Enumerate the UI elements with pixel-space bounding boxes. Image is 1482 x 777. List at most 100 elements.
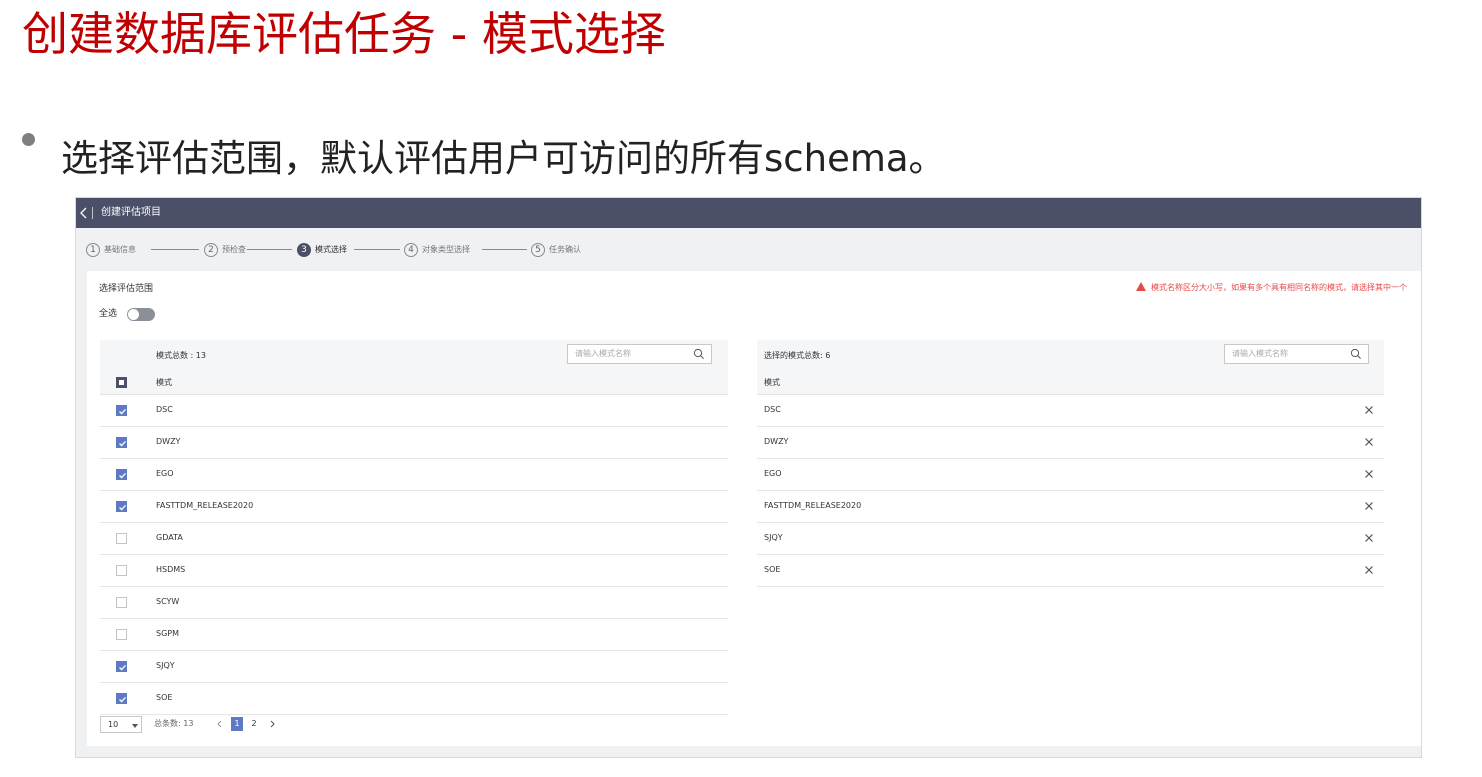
check-icon xyxy=(119,472,126,479)
row-checkbox[interactable] xyxy=(116,565,127,576)
step-number: 4 xyxy=(404,243,418,257)
top-bar: 创建评估项目 xyxy=(76,198,1421,228)
row-checkbox[interactable] xyxy=(116,437,127,448)
table-row[interactable]: DWZY xyxy=(100,427,728,459)
toggle-knob xyxy=(128,309,139,320)
table-toolbar: 选择的模式总数: 6 请输入模式名称 xyxy=(757,340,1384,372)
selected-search-input[interactable]: 请输入模式名称 xyxy=(1224,344,1369,364)
warning-text: 模式名称区分大小写，如果有多个具有相同名称的模式，请选择其中一个 xyxy=(1151,283,1407,292)
check-icon xyxy=(119,440,126,447)
step-label: 预检查 xyxy=(222,245,246,254)
schema-name: DWZY xyxy=(156,437,181,446)
chevron-left-icon[interactable] xyxy=(213,716,227,732)
select-all-checkbox[interactable] xyxy=(116,377,127,388)
page-1-button[interactable]: 1 xyxy=(231,717,243,731)
app-window: 创建评估项目 1 基础信息 2 预检查 3 模式选择 4 对象类型选择 5 任务… xyxy=(75,197,1422,758)
available-schema-list: DSC DWZY EGO FASTTDM_RELEASE2020 GDATA HSDMS S… xyxy=(100,395,728,715)
check-icon xyxy=(119,664,126,671)
back-arrow-icon[interactable] xyxy=(77,205,91,221)
close-icon[interactable] xyxy=(1364,533,1374,543)
selected-schemas-table: 选择的模式总数: 6 请输入模式名称 模式 DSC DWZY EGO FASTTDM_… xyxy=(757,340,1384,587)
table-row[interactable]: SJQY xyxy=(100,651,728,683)
step-connector xyxy=(482,249,527,250)
case-warning: 模式名称区分大小写，如果有多个具有相同名称的模式，请选择其中一个 xyxy=(1136,281,1407,295)
close-icon[interactable] xyxy=(1364,437,1374,447)
page-size-select[interactable]: 10 xyxy=(100,716,142,733)
step-label: 对象类型选择 xyxy=(422,245,470,254)
table-row[interactable]: SGPM xyxy=(100,619,728,651)
table-toolbar: 模式总数 : 13 请输入模式名称 xyxy=(100,340,728,372)
schema-name: SOE xyxy=(764,565,781,574)
check-icon xyxy=(119,504,126,511)
step-label: 基础信息 xyxy=(104,245,136,254)
select-all-label: 全选 xyxy=(99,309,118,319)
schema-name: SJQY xyxy=(156,661,175,670)
row-checkbox[interactable] xyxy=(116,693,127,704)
table-row: DWZY xyxy=(757,427,1384,459)
available-schemas-table: 模式总数 : 13 请输入模式名称 模式 DSC DWZY EGO FASTTDM_R… xyxy=(100,340,728,715)
schema-name: HSDMS xyxy=(156,565,186,574)
table-row: SJQY xyxy=(757,523,1384,555)
step-number: 1 xyxy=(86,243,100,257)
close-icon[interactable] xyxy=(1364,405,1374,415)
page-2-button[interactable]: 2 xyxy=(248,717,260,731)
step-label: 模式选择 xyxy=(315,245,347,254)
close-icon[interactable] xyxy=(1364,565,1374,575)
slide-title: 创建数据库评估任务 - 模式选择 xyxy=(22,7,666,61)
row-checkbox[interactable] xyxy=(116,533,127,544)
table-row[interactable]: DSC xyxy=(100,395,728,427)
search-placeholder: 请输入模式名称 xyxy=(575,349,631,358)
table-row[interactable]: FASTTDM_RELEASE2020 xyxy=(100,491,728,523)
table-row: SOE xyxy=(757,555,1384,587)
row-checkbox[interactable] xyxy=(116,661,127,672)
search-input[interactable]: 请输入模式名称 xyxy=(567,344,712,364)
schema-name: SOE xyxy=(156,693,173,702)
total-count: 总条数: 13 xyxy=(154,719,194,728)
table-row[interactable]: GDATA xyxy=(100,523,728,555)
bullet-dot xyxy=(22,133,35,146)
schema-name: DSC xyxy=(764,405,781,414)
select-all-toggle[interactable] xyxy=(127,308,155,321)
chevron-right-icon[interactable] xyxy=(265,716,279,732)
schema-name: DWZY xyxy=(764,437,789,446)
table-row: EGO xyxy=(757,459,1384,491)
check-icon xyxy=(119,408,126,415)
step-connector xyxy=(151,249,199,250)
row-checkbox[interactable] xyxy=(116,501,127,512)
table-row[interactable]: EGO xyxy=(100,459,728,491)
search-icon[interactable] xyxy=(693,348,705,360)
scope-label: 选择评估范围 xyxy=(99,284,154,294)
schema-name: FASTTDM_RELEASE2020 xyxy=(764,501,862,510)
row-checkbox[interactable] xyxy=(116,629,127,640)
row-checkbox[interactable] xyxy=(116,405,127,416)
warning-icon xyxy=(1136,282,1146,291)
schema-name: SGPM xyxy=(156,629,180,638)
schema-name: GDATA xyxy=(156,533,183,542)
step-number: 5 xyxy=(531,243,545,257)
header-divider xyxy=(92,207,93,219)
step-label: 任务确认 xyxy=(549,245,581,254)
search-placeholder: 请输入模式名称 xyxy=(1232,349,1288,358)
close-icon[interactable] xyxy=(1364,469,1374,479)
row-checkbox[interactable] xyxy=(116,597,127,608)
caret-down-icon xyxy=(132,724,138,728)
schema-name: SJQY xyxy=(764,533,783,542)
schema-name: EGO xyxy=(764,469,782,478)
close-icon[interactable] xyxy=(1364,501,1374,511)
selected-total-count: 选择的模式总数: 6 xyxy=(764,351,831,360)
search-icon[interactable] xyxy=(1350,348,1362,360)
step-number: 2 xyxy=(204,243,218,257)
selected-schema-list: DSC DWZY EGO FASTTDM_RELEASE2020 SJQY SOE xyxy=(757,395,1384,587)
row-checkbox[interactable] xyxy=(116,469,127,480)
schema-name: DSC xyxy=(156,405,173,414)
content-panel: 选择评估范围 模式名称区分大小写，如果有多个具有相同名称的模式，请选择其中一个 … xyxy=(87,271,1421,746)
table-row[interactable]: HSDMS xyxy=(100,555,728,587)
step-connector xyxy=(354,249,400,250)
table-row[interactable]: SOE xyxy=(100,683,728,715)
bullet-text: 选择评估范围，默认评估用户可访问的所有schema。 xyxy=(61,137,946,180)
step-connector xyxy=(247,249,292,250)
table-header: 模式 xyxy=(100,372,728,395)
table-row[interactable]: SCYW xyxy=(100,587,728,619)
check-icon xyxy=(119,696,126,703)
schema-name: EGO xyxy=(156,469,174,478)
